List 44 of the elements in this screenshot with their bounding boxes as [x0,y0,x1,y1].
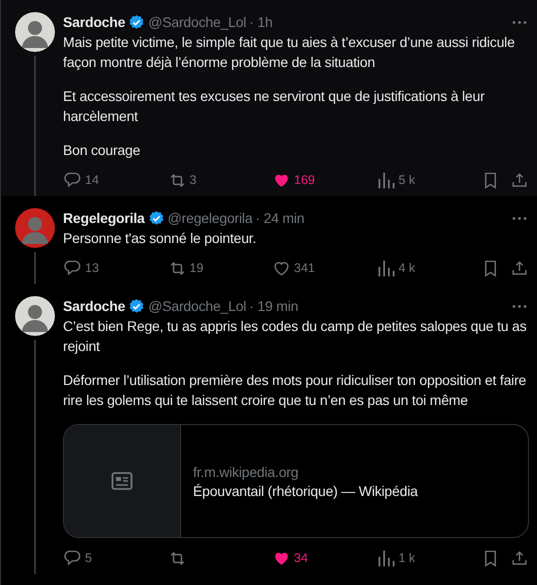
reply-button[interactable]: 14 [63,170,99,190]
display-name[interactable]: Sardoche [63,298,126,314]
post-text: C’est bien Rege, tu as appris les codes du camp de petites salopes que tu as rejoint [63,317,528,356]
views-button[interactable]: 5 k [376,170,416,190]
post-text: Et accessoirement tes excuses ne serviront que de justifications à leur harcèlement [63,87,486,126]
link-domain: fr.m.wikipedia.org [193,464,300,480]
post-text: Personne t'as sonné le pointeur. [63,229,258,248]
like-button[interactable]: 169 [272,170,315,190]
avatar[interactable] [15,296,55,336]
display-name[interactable]: Sardoche [63,14,126,30]
reply-button[interactable]: 13 [63,258,99,278]
article-icon [110,469,134,493]
reply-icon [63,170,82,190]
share-button[interactable] [510,548,529,568]
user-handle[interactable]: @regelegorila [168,210,252,226]
views-button[interactable]: 1 k [376,548,416,568]
post-text: Déformer l’utilisation première des mots pour ridiculiser ton opposition et faire rire les golems qui te laissent croire que tu n’en es pas un toi même [63,371,528,410]
reply-button[interactable]: 5 [63,548,92,568]
like-button[interactable]: 341 [272,258,315,278]
post-time[interactable]: · 19 min [249,298,298,314]
reply-icon [63,548,82,568]
post-time[interactable]: · 24 min [255,210,304,226]
user-handle[interactable]: @Sardoche_Lol [148,14,246,30]
share-icon [510,548,529,568]
post-time[interactable]: · 1h [249,14,273,30]
bar-chart-icon [376,170,396,190]
share-button[interactable] [510,258,529,278]
share-icon [510,170,529,190]
share-button[interactable] [510,170,529,190]
like-button[interactable]: 34 [272,548,308,568]
bar-chart-icon [376,258,396,278]
post-text: Mais petite victime, le simple fait que tu aies à t’excuser d’une aussi ridicule façon montre déjà l’énorme problème de la situation [63,33,516,72]
bar-chart-icon [376,548,396,568]
link-preview-card[interactable]: fr.m.wikipedia.org Épouvantail (rhétorique) — Wikipédia [63,424,529,538]
share-icon [510,258,529,278]
avatar[interactable] [15,12,55,52]
repost-button[interactable]: 19 [168,258,204,278]
reply-icon [63,258,82,278]
display-name[interactable]: Regelegorila [63,210,145,226]
post-text: Bon courage [63,141,142,160]
views-button[interactable]: 4 k [376,258,416,278]
user-handle[interactable]: @Sardoche_Lol [148,298,246,314]
repost-button[interactable]: 3 [168,170,196,190]
link-title: Épouvantail (rhétorique) — Wikipédia [193,482,418,498]
